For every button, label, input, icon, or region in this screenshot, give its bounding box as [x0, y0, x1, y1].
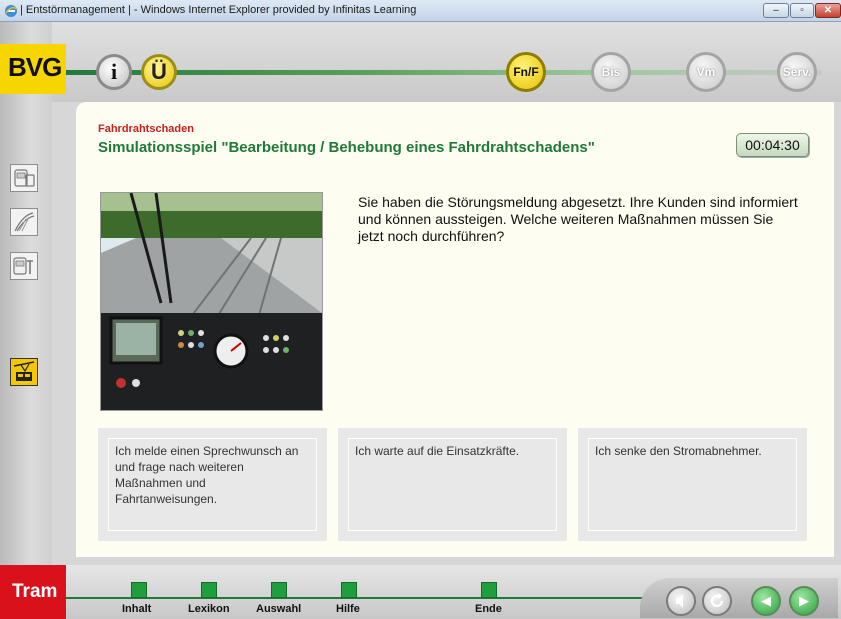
footer-link-ende[interactable]: Ende [475, 603, 502, 615]
minimize-button[interactable]: – [763, 3, 789, 18]
page-title: Simulationsspiel "Bearbeitung / Behebung… [98, 139, 595, 156]
logo-text: BVG [8, 52, 62, 82]
sidebar-overhead-wire[interactable] [10, 358, 38, 386]
sidebar-tram-tool[interactable] [10, 252, 38, 280]
nav-fnf-button[interactable]: Fn/F [506, 52, 546, 92]
tram-mode-label: Tram [12, 581, 58, 602]
window-title: | Entstörmanagement | - Windows Internet… [20, 4, 417, 16]
footer-inhalt-marker[interactable] [131, 582, 147, 598]
refresh-button[interactable] [702, 586, 732, 616]
close-icon: ✕ [823, 5, 833, 16]
bvg-logo: BVG [0, 44, 66, 94]
tram-tool-icon [13, 257, 33, 275]
footer-auswahl-marker[interactable] [271, 582, 287, 598]
forward-arrow-icon: ▶ [799, 593, 809, 608]
footer-link-inhalt[interactable]: Inhalt [122, 603, 151, 615]
sound-button[interactable] [666, 586, 696, 616]
answer-option-1[interactable]: Ich melde einen Sprechwunsch an und frag… [98, 428, 327, 541]
answer-option-text: Ich senke den Stromabnehmer. [588, 438, 797, 531]
answer-option-3[interactable]: Ich senke den Stromabnehmer. [578, 428, 807, 541]
footer-ende-marker[interactable] [481, 582, 497, 598]
speaker-icon [676, 594, 683, 608]
window-titlebar: | Entstörmanagement | - Windows Internet… [0, 0, 841, 22]
sidebar-pantograph[interactable] [10, 208, 38, 236]
overhead-wire-icon [13, 361, 35, 381]
forward-button[interactable]: ▶ [789, 586, 819, 616]
footer-lexikon-marker[interactable] [201, 582, 217, 598]
tram-front-icon [14, 169, 35, 187]
pantograph-icon [14, 212, 35, 232]
tram-mode-badge: Tram [0, 565, 66, 619]
footer-link-auswahl[interactable]: Auswahl [256, 603, 301, 615]
minimize-icon: – [773, 5, 779, 16]
maximize-icon: ▫ [800, 5, 804, 16]
back-button[interactable]: ◀ [751, 586, 781, 616]
close-window-button[interactable]: ✕ [815, 3, 841, 18]
footer-divider-line [66, 597, 656, 599]
answer-option-2[interactable]: Ich warte auf die Einsatzkräfte. [338, 428, 567, 541]
nav-serv-button[interactable]: Serv. [777, 52, 817, 92]
back-arrow-icon: ◀ [761, 593, 771, 608]
footer-link-hilfe[interactable]: Hilfe [336, 603, 360, 615]
internet-explorer-icon [5, 5, 18, 17]
maximize-button[interactable]: ▫ [790, 3, 814, 18]
footer-link-lexikon[interactable]: Lexikon [188, 603, 230, 615]
info-button[interactable]: i [96, 54, 132, 90]
refresh-icon [710, 593, 724, 608]
topic-subtitle: Fahrdrahtschaden [98, 123, 194, 135]
nav-bis-button[interactable]: Bis [591, 52, 631, 92]
answer-option-text: Ich warte auf die Einsatzkräfte. [348, 438, 557, 531]
sidebar-tram-front[interactable] [10, 164, 38, 192]
answer-option-text: Ich melde einen Sprechwunsch an und frag… [108, 438, 317, 531]
footer-hilfe-marker[interactable] [341, 582, 357, 598]
tram-cab-photo [100, 192, 323, 411]
question-text: Sie haben die Störungsmeldung abgesetzt.… [358, 194, 798, 244]
nav-vm-button[interactable]: Vm [686, 52, 726, 92]
overview-button[interactable]: Ü [141, 54, 177, 90]
left-sidebar [0, 22, 52, 619]
timer-display: 00:04:30 [736, 133, 809, 157]
